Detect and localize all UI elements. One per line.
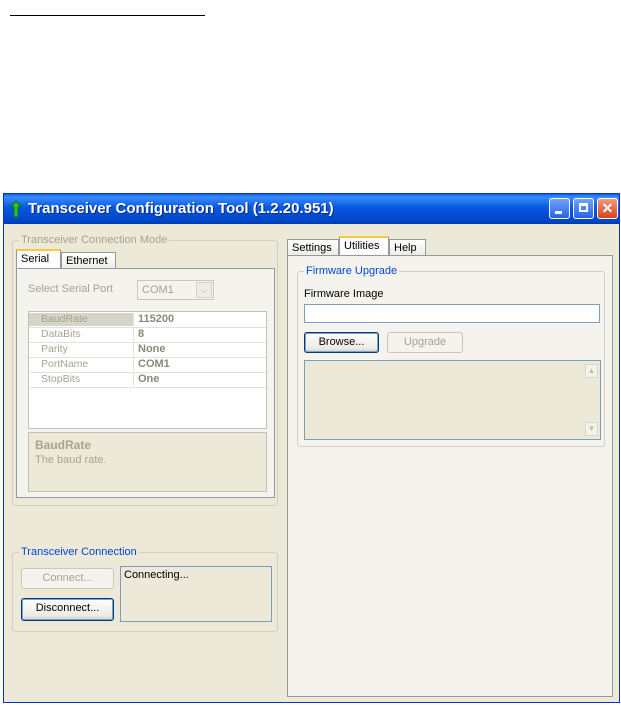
- utilities-tab-panel: Firmware Upgrade Firmware Image Browse..…: [287, 255, 613, 697]
- property-name: DataBits: [29, 328, 134, 341]
- connection-legend: Transceiver Connection: [19, 546, 139, 558]
- app-antenna-icon: [9, 200, 23, 218]
- select-serial-port-label: Select Serial Port: [28, 283, 113, 295]
- window-title: Transceiver Configuration Tool (1.2.20.9…: [28, 200, 334, 217]
- property-value: 8: [138, 328, 145, 340]
- property-name: PortName: [29, 358, 134, 371]
- browse-button[interactable]: Browse...: [304, 332, 379, 353]
- firmware-image-label: Firmware Image: [304, 288, 384, 300]
- connection-mode-legend: Transceiver Connection Mode: [19, 234, 170, 246]
- tab-ethernet[interactable]: Ethernet: [61, 252, 116, 269]
- tab-utilities[interactable]: Utilities: [339, 236, 389, 256]
- connection-status-text: Connecting...: [124, 569, 189, 581]
- property-row[interactable]: PortName COM1: [29, 358, 266, 373]
- help-text: The baud rate.: [35, 454, 107, 466]
- property-row[interactable]: BaudRate 115200: [29, 313, 266, 328]
- property-grid[interactable]: BaudRate 115200 DataBits 8 Parity None P…: [28, 311, 267, 429]
- help-title: BaudRate: [35, 438, 92, 452]
- maximize-icon: [579, 203, 588, 212]
- property-row[interactable]: DataBits 8: [29, 328, 266, 343]
- property-row[interactable]: Parity None: [29, 343, 266, 358]
- chevron-down-icon: ⌵: [196, 282, 212, 298]
- disconnect-button[interactable]: Disconnect...: [21, 598, 114, 621]
- maximize-button[interactable]: [573, 198, 594, 219]
- property-name: BaudRate: [29, 313, 134, 326]
- property-name: StopBits: [29, 373, 134, 386]
- scroll-down-icon[interactable]: ▼: [585, 422, 598, 436]
- tab-help[interactable]: Help: [389, 239, 426, 256]
- property-value: One: [138, 373, 160, 385]
- property-value: COM1: [138, 358, 170, 370]
- minimize-icon: [555, 211, 562, 214]
- firmware-upgrade-legend: Firmware Upgrade: [304, 265, 400, 277]
- serial-port-value: COM1: [142, 284, 174, 296]
- upgrade-log-textarea[interactable]: ▲ ▼: [304, 360, 601, 440]
- property-name: Parity: [29, 343, 134, 356]
- property-value: None: [138, 343, 166, 355]
- scroll-up-icon[interactable]: ▲: [585, 364, 598, 378]
- connect-button[interactable]: Connect...: [21, 568, 114, 589]
- app-window: Transceiver Configuration Tool (1.2.20.9…: [3, 193, 620, 703]
- connection-status-box: Connecting...: [120, 566, 272, 622]
- property-help-panel: BaudRate The baud rate.: [28, 432, 267, 492]
- serial-port-select[interactable]: COM1 ⌵: [137, 280, 214, 300]
- title-bar[interactable]: Transceiver Configuration Tool (1.2.20.9…: [4, 194, 619, 224]
- close-button[interactable]: ✕: [597, 198, 618, 219]
- firmware-image-input[interactable]: [304, 304, 600, 323]
- tab-serial[interactable]: Serial: [16, 249, 61, 269]
- tab-settings[interactable]: Settings: [287, 239, 339, 256]
- upgrade-button[interactable]: Upgrade: [387, 332, 463, 353]
- serial-tab-panel: Select Serial Port COM1 ⌵ BaudRate 11520…: [16, 268, 275, 498]
- property-value: 115200: [138, 313, 175, 325]
- property-row[interactable]: StopBits One: [29, 373, 266, 388]
- top-rule: [10, 15, 205, 16]
- close-icon: ✕: [601, 200, 614, 216]
- minimize-button[interactable]: [549, 198, 570, 219]
